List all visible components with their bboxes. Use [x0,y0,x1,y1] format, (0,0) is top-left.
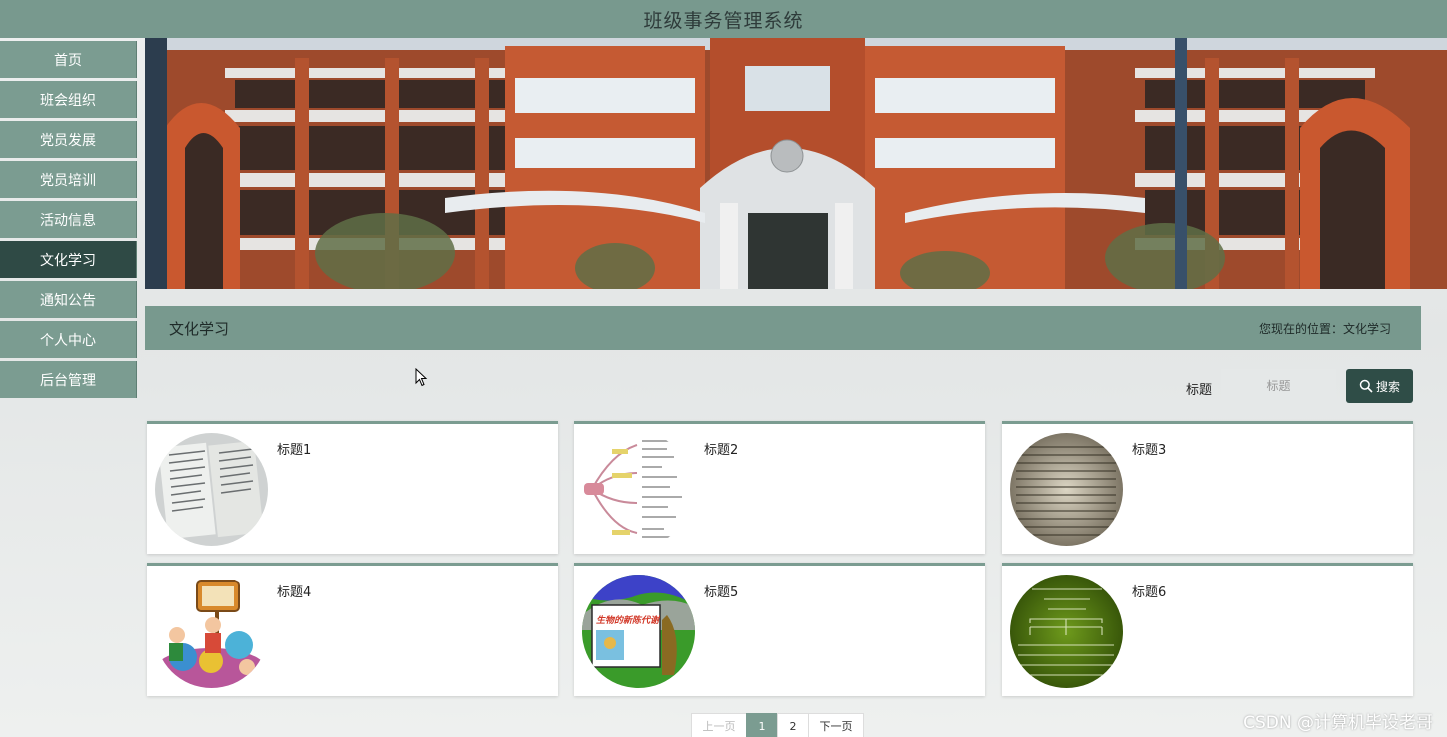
search-input[interactable] [1221,369,1336,402]
sidebar-item-home[interactable]: 首页 [0,41,137,78]
page-number: 1 [758,719,766,733]
section-header: 文化学习 您现在的位置：文化学习 [145,306,1421,350]
sidebar-item-label: 个人中心 [40,332,96,349]
sidebar-item-party-development[interactable]: 党员发展 [0,121,137,158]
card-thumbnail: 生物的新陈代谢 [582,575,695,688]
card-thumbnail [582,433,695,546]
sidebar-item-personal-center[interactable]: 个人中心 [0,321,137,358]
sidebar-item-label: 党员发展 [40,132,96,149]
content-card[interactable]: 生物的新陈代谢 标题5 [574,563,985,696]
content-card[interactable]: 标题6 [1002,563,1413,696]
sidebar-item-culture-study[interactable]: 文化学习 [0,241,137,278]
card-title[interactable]: 标题5 [704,581,738,600]
sidebar-item-label: 通知公告 [40,292,96,309]
campus-banner [145,38,1447,289]
content-card[interactable]: 标题4 [147,563,558,696]
page-1-button[interactable]: 1 [746,713,778,737]
sidebar-item-label: 首页 [54,52,82,69]
sidebar: 首页 班会组织 党员发展 党员培训 活动信息 文化学习 通知公告 个人中心 后台… [0,38,137,398]
card-title[interactable]: 标题1 [277,439,311,458]
page-number: 2 [789,719,797,733]
sidebar-item-label: 后台管理 [40,372,96,389]
app-header: 班级事务管理系统 [0,0,1447,38]
sidebar-item-notices[interactable]: 通知公告 [0,281,137,318]
section-title: 文化学习 [169,319,230,338]
content-card[interactable]: 标题2 [574,421,985,554]
prev-page-label: 上一页 [702,720,736,733]
sidebar-item-admin[interactable]: 后台管理 [0,361,137,398]
search-icon [1359,379,1373,393]
search-button-label: 搜索 [1375,379,1400,394]
sidebar-item-label: 班会组织 [40,92,96,109]
mouse-cursor-icon [415,368,428,387]
card-title[interactable]: 标题3 [1132,439,1166,458]
card-thumbnail [155,433,268,546]
next-page-label: 下一页 [819,720,853,733]
sidebar-item-label: 文化学习 [40,252,96,269]
card-thumbnail [1010,575,1123,688]
app-title: 班级事务管理系统 [643,9,804,32]
content-card[interactable]: 标题3 [1002,421,1413,554]
sidebar-item-label: 活动信息 [40,212,96,229]
card-thumbnail-caption: 生物的新陈代谢 [596,616,660,626]
card-title[interactable]: 标题2 [704,439,738,458]
card-title[interactable]: 标题4 [277,581,311,600]
card-thumbnail [155,575,268,688]
search-label: 标题 [1186,383,1213,398]
page-2-button[interactable]: 2 [777,713,809,737]
card-title[interactable]: 标题6 [1132,581,1166,600]
search-button[interactable]: 搜索 [1346,369,1413,403]
campus-building-illustration [145,38,1447,289]
sidebar-item-label: 党员培训 [40,172,96,189]
content-card[interactable]: 标题1 [147,421,558,554]
next-page-button[interactable]: 下一页 [808,713,864,737]
prev-page-button[interactable]: 上一页 [691,713,747,737]
pagination: 上一页 1 2 下一页 [691,713,864,737]
card-thumbnail [1010,433,1123,546]
sidebar-item-activities[interactable]: 活动信息 [0,201,137,238]
sidebar-item-party-training[interactable]: 党员培训 [0,161,137,198]
breadcrumb: 您现在的位置：文化学习 [1258,321,1391,336]
sidebar-item-class-meeting[interactable]: 班会组织 [0,81,137,118]
watermark: CSDN @计算机毕设老哥 [1243,713,1433,733]
